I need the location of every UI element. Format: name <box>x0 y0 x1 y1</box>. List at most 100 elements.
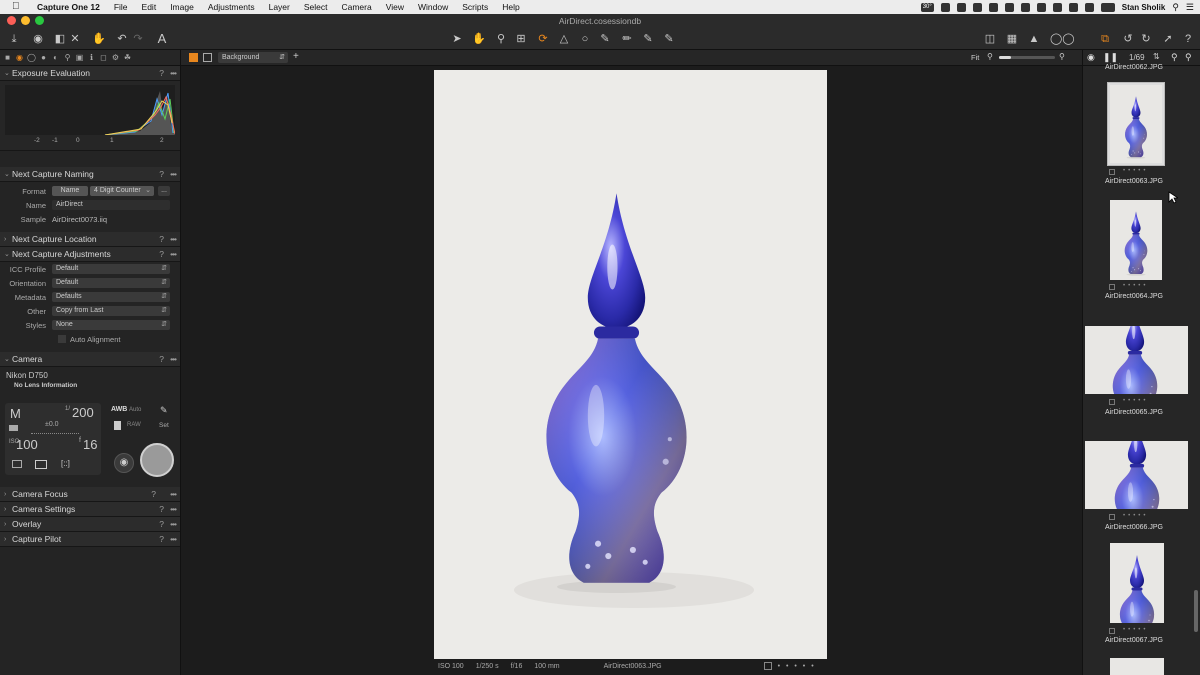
keystone-icon[interactable]: △ <box>557 32 571 46</box>
view-eye-icon[interactable]: ◉ <box>1087 52 1095 63</box>
help-icon[interactable]: ? <box>159 234 164 244</box>
bluetooth-icon[interactable] <box>1068 2 1078 12</box>
pan-tool-icon[interactable]: ✋ <box>472 32 486 46</box>
close-window-button[interactable] <box>7 16 16 25</box>
main-photo[interactable] <box>434 70 827 659</box>
more-icon[interactable]: ••• <box>170 169 177 179</box>
thumbnail-item[interactable]: ••••• AirDirect0064.JPG <box>1083 198 1200 308</box>
menu-list-icon[interactable]: ☰ <box>1186 2 1194 13</box>
menu-app[interactable]: Capture One 12 <box>30 2 107 12</box>
token-name[interactable]: Name <box>52 186 88 196</box>
b-app-icon[interactable] <box>988 2 998 12</box>
apple-icon[interactable]:  <box>12 2 22 12</box>
more-icon[interactable]: ••• <box>170 489 177 499</box>
more-icon[interactable]: ••• <box>170 68 177 78</box>
add-layer-icon[interactable]: + <box>293 51 299 62</box>
filmstrip-icon[interactable]: ❚❚ <box>1103 52 1118 63</box>
crop-icon[interactable]: ⊞ <box>514 32 528 46</box>
metering-icon[interactable] <box>12 460 22 468</box>
icc-profile-select[interactable]: Default ⇵ <box>52 264 170 274</box>
help-icon[interactable]: ? <box>159 249 164 259</box>
more-icon[interactable]: ••• <box>170 519 177 529</box>
time-machine-icon[interactable] <box>1036 2 1046 12</box>
wb-label[interactable]: AWB <box>111 406 127 413</box>
help-icon[interactable]: ? <box>159 504 164 514</box>
help-icon[interactable]: ? <box>1181 32 1195 46</box>
proof-view-icon[interactable]: ◫ <box>983 32 997 46</box>
tab-styles-icon[interactable]: ☘ <box>123 53 132 62</box>
more-icon[interactable]: ••• <box>170 249 177 259</box>
undo-icon[interactable]: ↶ <box>115 32 129 46</box>
apply-adjustments-icon[interactable]: ↻ <box>1139 32 1153 46</box>
section-capture-pilot[interactable]: › Capture Pilot ? ••• <box>0 532 180 547</box>
eyedropper-icon[interactable]: ✎ <box>160 405 168 416</box>
orientation-select[interactable]: Default ⇵ <box>52 278 170 288</box>
copy-adjustments-icon[interactable]: ⧉ <box>1098 32 1112 46</box>
camera-model[interactable]: Nikon D750 <box>6 371 48 380</box>
help-icon[interactable]: ? <box>159 169 164 179</box>
tab-lens-icon[interactable]: ◯ <box>27 53 36 62</box>
compare-glasses-icon[interactable]: ◯◯ <box>1050 32 1075 46</box>
thumbnail-rating[interactable]: ••••• <box>1123 513 1149 519</box>
tab-library-icon[interactable]: ■ <box>3 53 12 62</box>
section-camera-settings[interactable]: › Camera Settings ? ••• <box>0 502 180 517</box>
move-to-folder-icon[interactable]: ◧ <box>53 32 67 46</box>
shutter-speed[interactable]: 200 <box>72 405 94 420</box>
menu-adjustments[interactable]: Adjustments <box>201 2 262 12</box>
auto-alignment-checkbox[interactable] <box>58 335 66 343</box>
more-icon[interactable]: ••• <box>170 504 177 514</box>
menu-help[interactable]: Help <box>495 2 526 12</box>
other-select[interactable]: Copy from Last ⇵ <box>52 306 170 316</box>
set-button[interactable]: Set <box>159 422 169 429</box>
help-icon[interactable]: ? <box>159 534 164 544</box>
thumbnail-rating[interactable]: ••••• <box>1123 627 1149 633</box>
section-exposure-evaluation[interactable]: ⌄ Exposure Evaluation ? ••• <box>0 66 180 81</box>
thumbnail-item[interactable]: ••••• AirDirect0067.JPG <box>1083 543 1200 651</box>
tab-settings-icon[interactable]: ⚙ <box>111 53 120 62</box>
delete-icon[interactable]: ✕ <box>68 32 82 46</box>
zoom-out-icon[interactable]: ⚲ <box>987 52 993 61</box>
token-counter[interactable]: 4 Digit Counter ⌄ <box>90 186 154 196</box>
rating-dots[interactable]: • • • • • <box>778 663 816 670</box>
thumbnail-item[interactable]: ••••• AirDirect0066.JPG <box>1083 441 1200 539</box>
reset-icon[interactable]: ↺ <box>1121 32 1135 46</box>
thumbnail-item[interactable] <box>1083 658 1200 675</box>
grid-icon[interactable]: ▦ <box>1005 32 1019 46</box>
video-record-button[interactable]: ◉ <box>114 453 134 473</box>
spotlight-icon[interactable]: ⚲ <box>1172 2 1179 13</box>
metadata-select[interactable]: Defaults ⇵ <box>52 292 170 302</box>
more-icon[interactable]: ••• <box>170 234 177 244</box>
help-icon[interactable]: ? <box>159 519 164 529</box>
select-cursor-icon[interactable]: ➤ <box>450 32 464 46</box>
menu-view[interactable]: View <box>379 2 411 12</box>
tab-output-icon[interactable]: ◻ <box>99 53 108 62</box>
thumbnail-rating[interactable]: ••••• <box>1123 168 1149 174</box>
thumbnail-checkbox[interactable] <box>1109 284 1115 290</box>
text-tool-icon[interactable]: A <box>155 32 169 46</box>
section-next-capture-location[interactable]: › Next Capture Location ? ••• <box>0 232 180 247</box>
name-input[interactable]: AirDirect <box>52 200 170 210</box>
thumbnail-rating[interactable]: ••••• <box>1123 283 1149 289</box>
thumbnail-checkbox[interactable] <box>1109 169 1115 175</box>
gradient-mask-icon[interactable]: ✎ <box>662 32 676 46</box>
more-icon[interactable]: ••• <box>170 534 177 544</box>
brush-icon[interactable]: ✏ <box>620 32 634 46</box>
styles-select[interactable]: None ⇵ <box>52 320 170 330</box>
thumbnail-item[interactable]: AirDirect0062.JPG <box>1083 64 1200 74</box>
menu-scripts[interactable]: Scripts <box>455 2 495 12</box>
menu-image[interactable]: Image <box>163 2 201 12</box>
section-camera[interactable]: ⌄ Camera ? ••• <box>0 352 180 367</box>
thumbnail-checkbox[interactable] <box>1109 628 1115 634</box>
sort-icon[interactable]: ⇅ <box>1153 52 1160 61</box>
tab-adjustments-icon[interactable]: ▣ <box>75 53 84 62</box>
tab-exposure-icon[interactable]: ◐ <box>51 53 60 62</box>
layer-select[interactable]: Background ⇵ <box>218 52 288 63</box>
battery-icon[interactable] <box>1100 2 1115 12</box>
zoom-in-icon[interactable]: ⚲ <box>1059 52 1065 61</box>
menu-window[interactable]: Window <box>411 2 455 12</box>
thumbnail-checkbox[interactable] <box>1109 514 1115 520</box>
exposure-mode[interactable]: M <box>10 406 21 421</box>
thumbnail-checkbox[interactable] <box>1109 399 1115 405</box>
drive-mode-icon[interactable]: [::] <box>61 459 70 468</box>
rotate-tool-icon[interactable]: ⟳ <box>536 32 550 46</box>
